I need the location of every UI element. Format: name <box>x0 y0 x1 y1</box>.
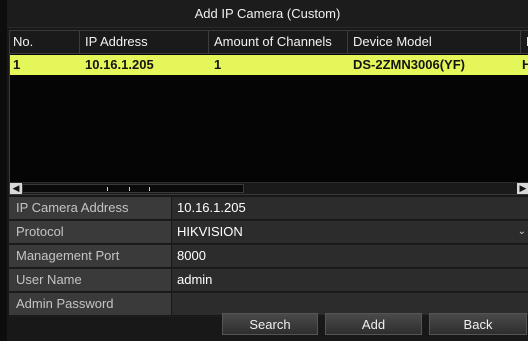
table-row[interactable]: 1 10.16.1.205 1 DS-2ZMN3006(YF) H <box>10 55 528 75</box>
protocol-select[interactable]: HIKVISION ⌄ <box>172 221 528 243</box>
scroll-thumb[interactable] <box>22 184 244 193</box>
management-port-label: Management Port <box>9 245 171 267</box>
add-button[interactable]: Add <box>325 313 422 335</box>
cell-extra: H <box>522 55 528 75</box>
admin-password-label: Admin Password <box>9 293 171 315</box>
column-amount-of-channels[interactable]: Amount of Channels <box>208 31 332 53</box>
column-ip-address[interactable]: IP Address <box>79 31 148 53</box>
ip-address-row: IP Camera Address 10.16.1.205 <box>9 197 528 221</box>
back-button[interactable]: Back <box>429 313 527 335</box>
chevron-down-icon[interactable]: ⌄ <box>518 221 526 243</box>
cell-model: DS-2ZMN3006(YF) <box>353 57 465 72</box>
cell-channels: 1 <box>214 57 222 72</box>
scroll-right-icon[interactable]: ▶ <box>517 183 528 194</box>
management-port-input[interactable]: 8000 <box>172 245 528 267</box>
protocol-row: Protocol HIKVISION ⌄ <box>9 221 528 245</box>
button-bar: Search Add Back <box>7 313 528 337</box>
column-device-model[interactable]: Device Model <box>347 31 432 53</box>
management-port-row: Management Port 8000 <box>9 245 528 269</box>
admin-password-input[interactable] <box>172 293 528 315</box>
user-name-label: User Name <box>9 269 171 291</box>
table-header: No. IP Address Amount of Channels Device… <box>10 31 528 54</box>
scroll-left-icon[interactable]: ◀ <box>10 183 22 194</box>
user-name-input[interactable]: admin <box>172 269 528 291</box>
column-p[interactable]: P <box>520 31 528 53</box>
ip-address-label: IP Camera Address <box>9 197 171 219</box>
camera-form: IP Camera Address 10.16.1.205 Protocol H… <box>9 197 528 317</box>
protocol-value: HIKVISION <box>177 224 243 239</box>
cell-ip: 10.16.1.205 <box>85 57 154 72</box>
ip-address-input[interactable]: 10.16.1.205 <box>172 197 528 219</box>
protocol-label: Protocol <box>9 221 171 243</box>
search-button[interactable]: Search <box>222 313 318 335</box>
horizontal-scrollbar[interactable]: ◀ ▶ <box>10 182 528 194</box>
cell-no: 1 <box>13 57 21 72</box>
camera-table: No. IP Address Amount of Channels Device… <box>9 30 528 195</box>
column-no[interactable]: No. <box>13 31 33 53</box>
user-name-row: User Name admin <box>9 269 528 293</box>
add-ip-camera-dialog: Add IP Camera (Custom) No. IP Address Am… <box>7 0 528 341</box>
dialog-title: Add IP Camera (Custom) <box>7 0 528 28</box>
